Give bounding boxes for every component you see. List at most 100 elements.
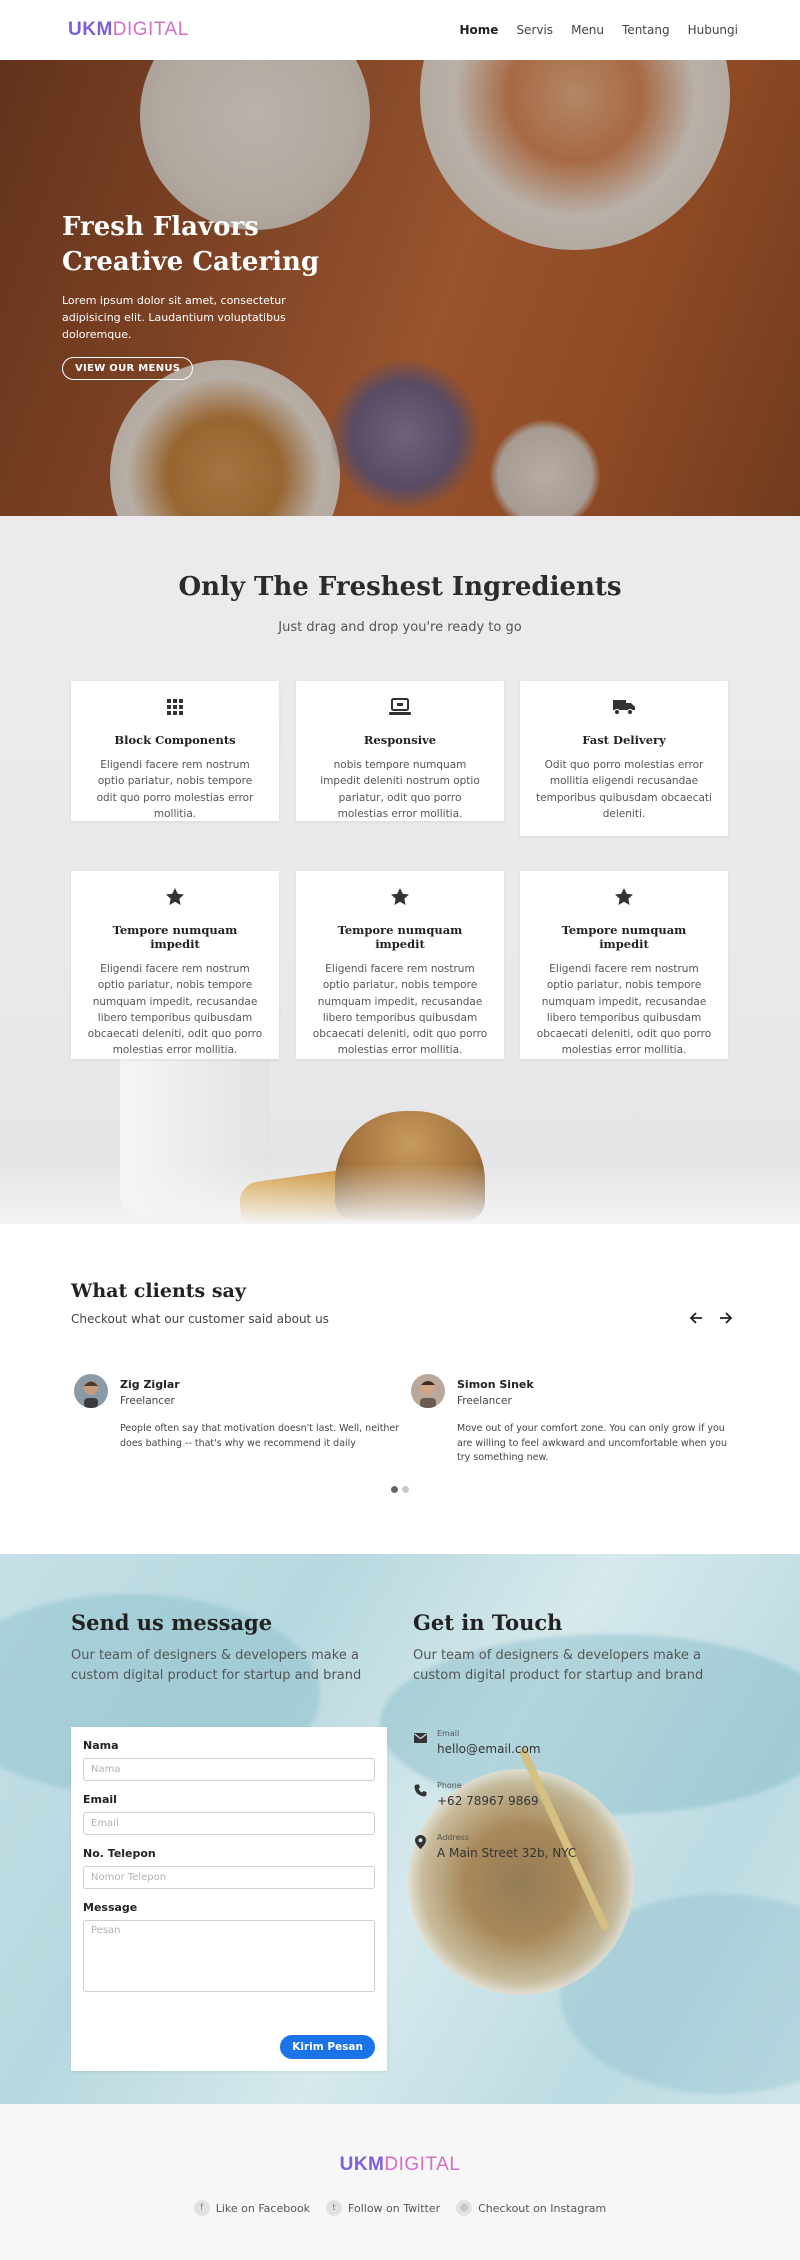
email-label: Email [83, 1793, 117, 1806]
feature-card: Fast Delivery Odit quo porro molestias e… [520, 681, 728, 836]
nav-item-tentang[interactable]: Tentang [622, 23, 670, 37]
arrow-right-icon[interactable] [718, 1310, 734, 1326]
testimonial-role: Freelancer [457, 1395, 512, 1407]
contact-form: Nama Email No. Telepon Message Kirim Pes… [71, 1727, 387, 2071]
nav-item-menu[interactable]: Menu [571, 23, 604, 37]
testimonials-section: What clients say Checkout what our custo… [0, 1224, 800, 1554]
navbar: UKMDIGITAL Home Servis Menu Tentang Hubu… [0, 0, 800, 60]
carousel-dots [0, 1486, 800, 1493]
message-textarea[interactable] [83, 1920, 375, 1992]
arrow-left-icon[interactable] [688, 1310, 704, 1326]
hero-title-line2: Creative Catering [62, 247, 320, 278]
nav-links: Home Servis Menu Tentang Hubungi [460, 23, 739, 37]
testimonials-title: What clients say [71, 1280, 246, 1302]
feature-card-text: Eligendi facere rem nostrum optio pariat… [96, 759, 254, 820]
star-icon [87, 885, 263, 909]
social-link-label: Follow on Twitter [348, 2201, 441, 2215]
feature-card-text: nobis tempore numquam impedit deleniti n… [320, 759, 480, 820]
hero-text: Lorem ipsum dolor sit amet, consectetur … [62, 294, 286, 342]
laptop-icon [312, 695, 488, 719]
phone-label: No. Telepon [83, 1847, 156, 1860]
feature-card-title: Responsive [363, 733, 437, 747]
star-icon [536, 885, 712, 909]
testimonial-role: Freelancer [120, 1395, 175, 1407]
social-links: f Like on Facebook t Follow on Twitter ◎… [0, 2200, 800, 2216]
feature-card-title: Tempore numquam impedit [561, 923, 687, 951]
nama-input[interactable] [83, 1758, 375, 1781]
twitter-icon: t [326, 2200, 343, 2216]
feature-card: Tempore numquam impedit Eligendi facere … [71, 871, 279, 1059]
brand-logo[interactable]: UKMDIGITAL [68, 19, 189, 41]
feature-card: Tempore numquam impedit Eligendi facere … [296, 871, 504, 1059]
social-link-label: Like on Facebook [215, 2201, 311, 2215]
feature-card-text: Eligendi facere rem nostrum optio pariat… [536, 963, 712, 1057]
view-menus-button[interactable]: VIEW OUR MENUS [62, 357, 194, 381]
facebook-icon: f [193, 2200, 210, 2216]
submit-button[interactable]: Kirim Pesan [280, 2035, 375, 2059]
contact-section: Send us message Our team of designers & … [0, 1554, 800, 2104]
hero-section: Fresh Flavors Creative Catering Lorem ip… [0, 60, 800, 516]
hero-title-line1: Fresh Flavors [62, 212, 259, 242]
nav-item-servis[interactable]: Servis [516, 23, 553, 37]
contact-info-value[interactable]: hello@email.com [437, 1742, 541, 1756]
footer-logo[interactable]: UKMDIGITAL [0, 2154, 800, 2176]
contact-info-value: A Main Street 32b, NYC [437, 1846, 577, 1860]
carousel-dot[interactable] [391, 1486, 398, 1493]
footer: UKMDIGITAL f Like on Facebook t Follow o… [0, 2104, 800, 2260]
contact-info-label: Email [437, 1729, 460, 1738]
grid-icon [87, 695, 263, 719]
feature-card-text: Odit quo porro molestias error mollitia … [536, 759, 712, 820]
testimonial-name: Simon Sinek [457, 1378, 534, 1391]
feature-card: Tempore numquam impedit Eligendi facere … [520, 871, 728, 1059]
contact-info-label: Phone [437, 1781, 462, 1790]
truck-icon [536, 695, 712, 719]
features-subtitle: Just drag and drop you're ready to go [278, 620, 522, 635]
hero-content: Fresh Flavors Creative Catering Lorem ip… [62, 210, 332, 381]
hero-title: Fresh Flavors Creative Catering [62, 210, 332, 280]
table-surface [0, 1164, 800, 1224]
brand-logo-part1: UKM [68, 19, 113, 40]
nama-label: Nama [83, 1739, 119, 1752]
feature-card-title: Tempore numquam impedit [337, 923, 463, 951]
feature-card-title: Block Components [114, 733, 236, 747]
star-icon [312, 885, 488, 909]
contact-info-label: Address [437, 1833, 469, 1842]
message-label: Message [83, 1901, 138, 1914]
nav-item-home[interactable]: Home [460, 23, 499, 37]
feature-card-title: Fast Delivery [582, 733, 666, 747]
social-link-instagram[interactable]: ◎ Checkout on Instagram [456, 2200, 606, 2216]
social-link-twitter[interactable]: t Follow on Twitter [326, 2200, 440, 2216]
testimonial-name: Zig Ziglar [120, 1378, 180, 1391]
feature-card-text: Eligendi facere rem nostrum optio pariat… [87, 963, 263, 1057]
testimonial-text: Move out of your comfort zone. You can o… [457, 1423, 728, 1464]
feature-card: Block Components Eligendi facere rem nos… [71, 681, 279, 821]
instagram-icon: ◎ [456, 2200, 473, 2216]
avatar [411, 1374, 445, 1408]
social-link-label: Checkout on Instagram [478, 2201, 607, 2215]
carousel-dot[interactable] [402, 1486, 409, 1493]
social-link-facebook[interactable]: f Like on Facebook [193, 2200, 311, 2216]
nav-item-hubungi[interactable]: Hubungi [688, 23, 738, 37]
feature-card: Responsive nobis tempore numquam impedit… [296, 681, 504, 821]
features-title: Only The Freshest Ingredients [178, 572, 622, 602]
avatar [74, 1374, 108, 1408]
brand-logo-part2: DIGITAL [112, 19, 189, 40]
envelope-icon [413, 1731, 427, 1745]
feature-card-text: Eligendi facere rem nostrum optio pariat… [312, 963, 488, 1057]
email-input[interactable] [83, 1812, 375, 1835]
get-in-touch-title: Get in Touch [413, 1610, 563, 1635]
footer-logo-part1: UKM [339, 2154, 385, 2175]
testimonial-text: People often say that motivation doesn't… [120, 1423, 400, 1449]
phone-icon [413, 1783, 427, 1797]
send-message-subtitle: Our team of designers & developers make … [71, 1648, 362, 1684]
carousel-arrows [688, 1310, 734, 1326]
get-in-touch-subtitle: Our team of designers & developers make … [413, 1648, 704, 1684]
send-message-title: Send us message [71, 1610, 273, 1635]
testimonials-subtitle: Checkout what our customer said about us [71, 1312, 329, 1326]
footer-logo-part2: DIGITAL [384, 2154, 461, 2175]
phone-input[interactable] [83, 1866, 375, 1889]
contact-info-value[interactable]: +62 78967 9869 [437, 1794, 539, 1808]
map-marker-icon [413, 1835, 427, 1849]
feature-card-title: Tempore numquam impedit [112, 923, 238, 951]
features-section: Only The Freshest Ingredients Just drag … [0, 516, 800, 1224]
